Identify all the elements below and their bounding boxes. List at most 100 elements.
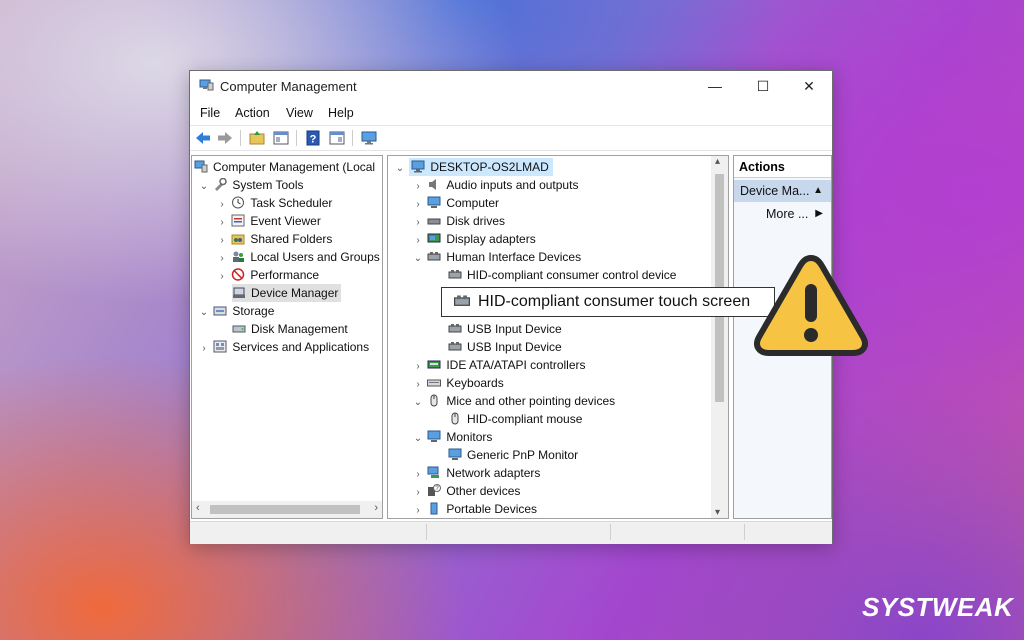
tree-node-performance[interactable]: › Performance <box>216 266 319 284</box>
tree-node-services-applications[interactable]: › Services and Applications <box>198 338 369 356</box>
menu-action[interactable]: Action <box>235 106 270 120</box>
scroll-left-icon[interactable]: ‹ <box>196 502 200 514</box>
hid-icon <box>448 342 462 351</box>
tree-node-keyboards[interactable]: › Keyboards <box>412 374 504 392</box>
tree-node-display-adapters[interactable]: › Display adapters <box>412 230 536 248</box>
tree-node-computer[interactable]: › Computer <box>412 194 499 212</box>
tree-node-computer-management[interactable]: Computer Management (Local <box>194 158 375 176</box>
tree-label: Keyboards <box>446 376 504 390</box>
minimize-button[interactable]: — <box>692 71 738 101</box>
tree-label: Event Viewer <box>250 214 321 228</box>
tree-label: Display adapters <box>446 232 536 246</box>
system-tools-icon <box>215 178 228 191</box>
chevron-right-icon[interactable]: › <box>412 502 424 518</box>
tree-label: Monitors <box>446 430 493 444</box>
storage-icon <box>213 306 227 316</box>
window-title: Computer Management <box>220 79 357 94</box>
show-hide-tree-icon[interactable] <box>272 129 290 147</box>
mouse-icon <box>451 412 459 425</box>
submenu-arrow-icon: ▶ <box>815 208 823 219</box>
tree-label: Disk drives <box>446 214 506 228</box>
tree-node-audio[interactable]: › Audio inputs and outputs <box>412 176 578 194</box>
actions-more-label: More ... <box>766 207 809 221</box>
tree-label: Generic PnP Monitor <box>467 448 579 462</box>
users-icon <box>233 251 245 262</box>
keyboard-icon <box>427 379 442 387</box>
menu-file[interactable]: File <box>200 106 220 120</box>
menu-bar: File Action View Help <box>190 101 832 123</box>
scroll-down-icon[interactable]: ▾ <box>715 507 720 518</box>
tree-node-local-users-groups[interactable]: › Local Users and Groups <box>216 248 380 266</box>
tree-node-usb-input-device[interactable]: USB Input Device <box>448 320 562 338</box>
vertical-scrollbar[interactable]: ▴ ▾ <box>711 156 728 518</box>
hid-icon <box>448 270 462 279</box>
tree-label: Services and Applications <box>232 340 370 354</box>
device-tree-pane: ⌄ DESKTOP-OS2LMAD › Audio inputs and out… <box>387 155 729 519</box>
tree-node-computer-root[interactable]: ⌄ DESKTOP-OS2LMAD <box>394 158 553 176</box>
tree-label: Computer Management (Local <box>213 160 376 174</box>
menu-help[interactable]: Help <box>328 106 354 120</box>
horizontal-scrollbar[interactable]: ‹ › <box>192 501 382 518</box>
scroll-up-icon[interactable]: ▴ <box>715 156 720 167</box>
tree-label: Local Users and Groups <box>250 250 380 264</box>
tree-node-hid-consumer-control[interactable]: HID-compliant consumer control device <box>448 266 676 284</box>
monitor-icon[interactable] <box>360 129 378 147</box>
network-icon <box>427 466 440 478</box>
tree-node-event-viewer[interactable]: › Event Viewer <box>216 212 321 230</box>
tree-node-disk-drives[interactable]: › Disk drives <box>412 212 505 230</box>
tree-node-storage[interactable]: ⌄ Storage <box>198 302 275 322</box>
tree-node-generic-pnp-monitor[interactable]: Generic PnP Monitor <box>448 446 578 464</box>
chevron-right-icon[interactable]: › <box>216 268 228 286</box>
computer-management-icon <box>199 79 214 91</box>
actions-more[interactable]: More ... ▶ <box>734 204 831 224</box>
tree-label: Disk Management <box>251 322 348 336</box>
monitor-icon <box>448 448 462 460</box>
chevron-down-icon[interactable]: ⌄ <box>198 304 210 322</box>
chevron-down-icon[interactable]: ⌄ <box>412 250 424 268</box>
status-bar <box>190 521 832 544</box>
tree-node-human-interface-devices[interactable]: ⌄ Human Interface Devices <box>412 248 581 266</box>
monitor-icon <box>427 430 441 442</box>
chevron-down-icon[interactable]: ⌄ <box>412 430 424 448</box>
device-manager-icon <box>233 287 245 298</box>
show-hide-action-pane-icon[interactable] <box>328 129 346 147</box>
close-button[interactable]: ✕ <box>786 71 832 101</box>
scrollbar-thumb[interactable] <box>210 505 360 514</box>
tree-node-mice[interactable]: ⌄ Mice and other pointing devices <box>412 392 615 410</box>
scroll-right-icon[interactable]: › <box>374 502 378 514</box>
tree-node-portable-devices[interactable]: › Portable Devices <box>412 500 537 518</box>
collapse-arrow-icon[interactable]: ▲ <box>813 180 823 202</box>
tree-node-disk-management[interactable]: Disk Management <box>232 320 348 338</box>
back-arrow-icon[interactable] <box>194 129 212 147</box>
chevron-down-icon[interactable]: ⌄ <box>198 178 210 196</box>
callout-label: HID-compliant consumer touch screen <box>478 293 751 310</box>
help-icon[interactable]: ? <box>304 129 322 147</box>
tree-node-device-manager[interactable]: Device Manager <box>232 284 342 302</box>
tree-label: Portable Devices <box>446 502 538 516</box>
tree-node-other-devices[interactable]: › ? Other devices <box>412 482 520 500</box>
tree-label: USB Input Device <box>467 340 562 354</box>
tree-node-usb-input-device[interactable]: USB Input Device <box>448 338 562 356</box>
selected-node: DESKTOP-OS2LMAD <box>409 158 553 176</box>
tree-label: IDE ATA/ATAPI controllers <box>446 358 586 372</box>
chevron-down-icon[interactable]: ⌄ <box>412 394 424 412</box>
chevron-down-icon[interactable]: ⌄ <box>394 160 406 178</box>
tree-node-shared-folders[interactable]: › Shared Folders <box>216 230 332 248</box>
menu-view[interactable]: View <box>286 106 313 120</box>
actions-device-manager[interactable]: Device Ma... ▲ <box>734 180 831 202</box>
tree-node-system-tools[interactable]: ⌄ System Tools <box>198 176 303 194</box>
tree-node-task-scheduler[interactable]: › Task Scheduler <box>216 194 332 212</box>
tree-node-ide-ata[interactable]: › IDE ATA/ATAPI controllers <box>412 356 586 374</box>
tree-node-network-adapters[interactable]: › Network adapters <box>412 464 540 482</box>
up-folder-icon[interactable] <box>248 129 266 147</box>
chevron-right-icon[interactable]: › <box>198 340 210 358</box>
toolbar-separator <box>296 130 297 146</box>
tree-node-hid-mouse[interactable]: HID-compliant mouse <box>448 410 582 428</box>
shared-folder-icon <box>231 234 245 245</box>
maximize-button[interactable]: ☐ <box>740 71 786 101</box>
tree-node-monitors[interactable]: ⌄ Monitors <box>412 428 493 448</box>
navigation-tree-pane: Computer Management (Local ⌄ System Tool… <box>191 155 383 519</box>
computer-management-icon <box>194 160 208 173</box>
forward-arrow-icon[interactable] <box>216 129 234 147</box>
tree-label: Computer <box>446 196 500 210</box>
